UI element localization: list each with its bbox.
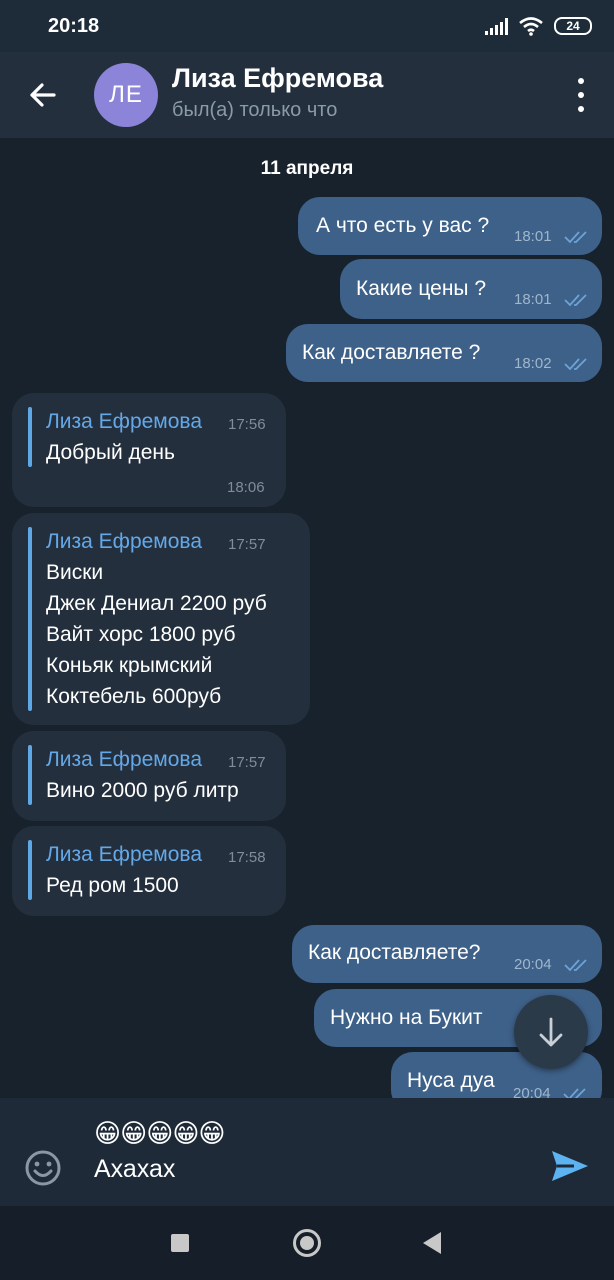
more-vertical-icon[interactable] <box>574 78 588 112</box>
outgoing-message[interactable]: Как доставляете ? 18:02 <box>286 324 602 382</box>
message-line: Коньяк крымский <box>46 654 213 677</box>
quote-bar <box>28 745 32 805</box>
sender-name: Лиза Ефремова <box>46 843 203 866</box>
outgoing-message[interactable]: А что есть у вас ? 18:01 <box>298 197 602 255</box>
sender-name: Лиза Ефремова <box>46 748 203 771</box>
status-bar: 20:18 24 <box>0 0 614 52</box>
battery-icon: 24 <box>554 17 592 35</box>
smiley-icon[interactable] <box>24 1149 62 1187</box>
outgoing-message[interactable]: Какие цены ? 18:01 <box>340 259 602 319</box>
sender-time: 17:56 <box>228 416 266 433</box>
back-arrow-icon[interactable] <box>22 74 64 116</box>
message-text: Добрый день <box>46 441 175 464</box>
sender-time: 17:57 <box>228 754 266 771</box>
chat-header: ЛЕ Лиза Ефремова был(а) только что <box>0 52 614 138</box>
status-icons: 24 <box>485 16 592 36</box>
message-line: Виски <box>46 561 104 584</box>
read-checkmarks-icon <box>563 1088 586 1098</box>
scroll-down-button[interactable] <box>514 995 588 1069</box>
system-back-button[interactable] <box>423 1232 441 1254</box>
read-checkmarks-icon <box>564 959 587 972</box>
read-checkmarks-icon <box>564 294 587 307</box>
sender-time: 17:57 <box>228 536 266 553</box>
incoming-message[interactable]: Лиза Ефремова 17:56 Добрый день 18:06 <box>12 393 286 507</box>
message-line: Джек Дениал 2200 руб <box>46 592 267 615</box>
message-input[interactable]: Ахахах <box>94 1155 175 1184</box>
message-time: 20:04 <box>513 1085 551 1098</box>
incoming-message[interactable]: Лиза Ефремова 17:58 Ред ром 1500 <box>12 826 286 916</box>
home-button[interactable] <box>293 1229 321 1257</box>
message-text: Ред ром 1500 <box>46 874 179 897</box>
signal-icon <box>485 17 508 35</box>
quote-bar <box>28 840 32 900</box>
message-time: 18:01 <box>514 228 552 245</box>
system-nav-bar <box>0 1206 614 1280</box>
message-line: Коктебель 600руб <box>46 685 222 708</box>
status-time: 20:18 <box>48 15 100 37</box>
incoming-message[interactable]: Лиза Ефремова 17:57 Виски Джек Дениал 22… <box>12 513 310 725</box>
contact-avatar[interactable]: ЛЕ <box>94 63 158 127</box>
message-line: Вайт хорс 1800 руб <box>46 623 236 646</box>
message-time: 18:02 <box>514 355 552 372</box>
message-list[interactable]: 11 апреля А что есть у вас ? 18:01 Какие… <box>0 138 614 1098</box>
paper-plane-icon[interactable] <box>550 1148 590 1184</box>
recent-apps-button[interactable] <box>171 1234 189 1252</box>
input-emoji-line[interactable]: 😁😁😁😁😁 <box>94 1118 226 1149</box>
message-text: Нуса дуа <box>407 1069 495 1092</box>
quote-bar <box>28 407 32 467</box>
message-text: Как доставляете ? <box>302 341 481 364</box>
message-text: Вино 2000 руб литр <box>46 779 239 802</box>
date-label: 11 апреля <box>260 158 354 179</box>
sender-time: 17:58 <box>228 849 266 866</box>
message-time: 20:04 <box>514 956 552 973</box>
outgoing-message[interactable]: Как доставляете? 20:04 <box>292 925 602 983</box>
message-time: 18:01 <box>514 291 552 308</box>
read-checkmarks-icon <box>564 358 587 371</box>
message-text: Какие цены ? <box>356 277 487 300</box>
arrow-down-icon <box>539 1017 563 1047</box>
sender-name: Лиза Ефремова <box>46 410 203 433</box>
message-text: Нужно на Букит <box>330 1006 483 1029</box>
message-text: А что есть у вас ? <box>316 214 490 237</box>
quote-bar <box>28 527 32 711</box>
message-composer: 😁😁😁😁😁 Ахахах <box>0 1098 614 1206</box>
read-checkmarks-icon <box>564 231 587 244</box>
contact-name[interactable]: Лиза Ефремова <box>172 63 383 94</box>
message-time: 18:06 <box>227 479 265 496</box>
incoming-message[interactable]: Лиза Ефремова 17:57 Вино 2000 руб литр <box>12 731 286 821</box>
sender-name: Лиза Ефремова <box>46 530 203 553</box>
contact-status: был(а) только что <box>172 99 338 121</box>
wifi-icon <box>519 17 543 36</box>
chat-screen: 20:18 24 ЛЕ Лиза Ефремова был(а) только … <box>0 0 614 1280</box>
message-text: Как доставляете? <box>308 941 481 964</box>
